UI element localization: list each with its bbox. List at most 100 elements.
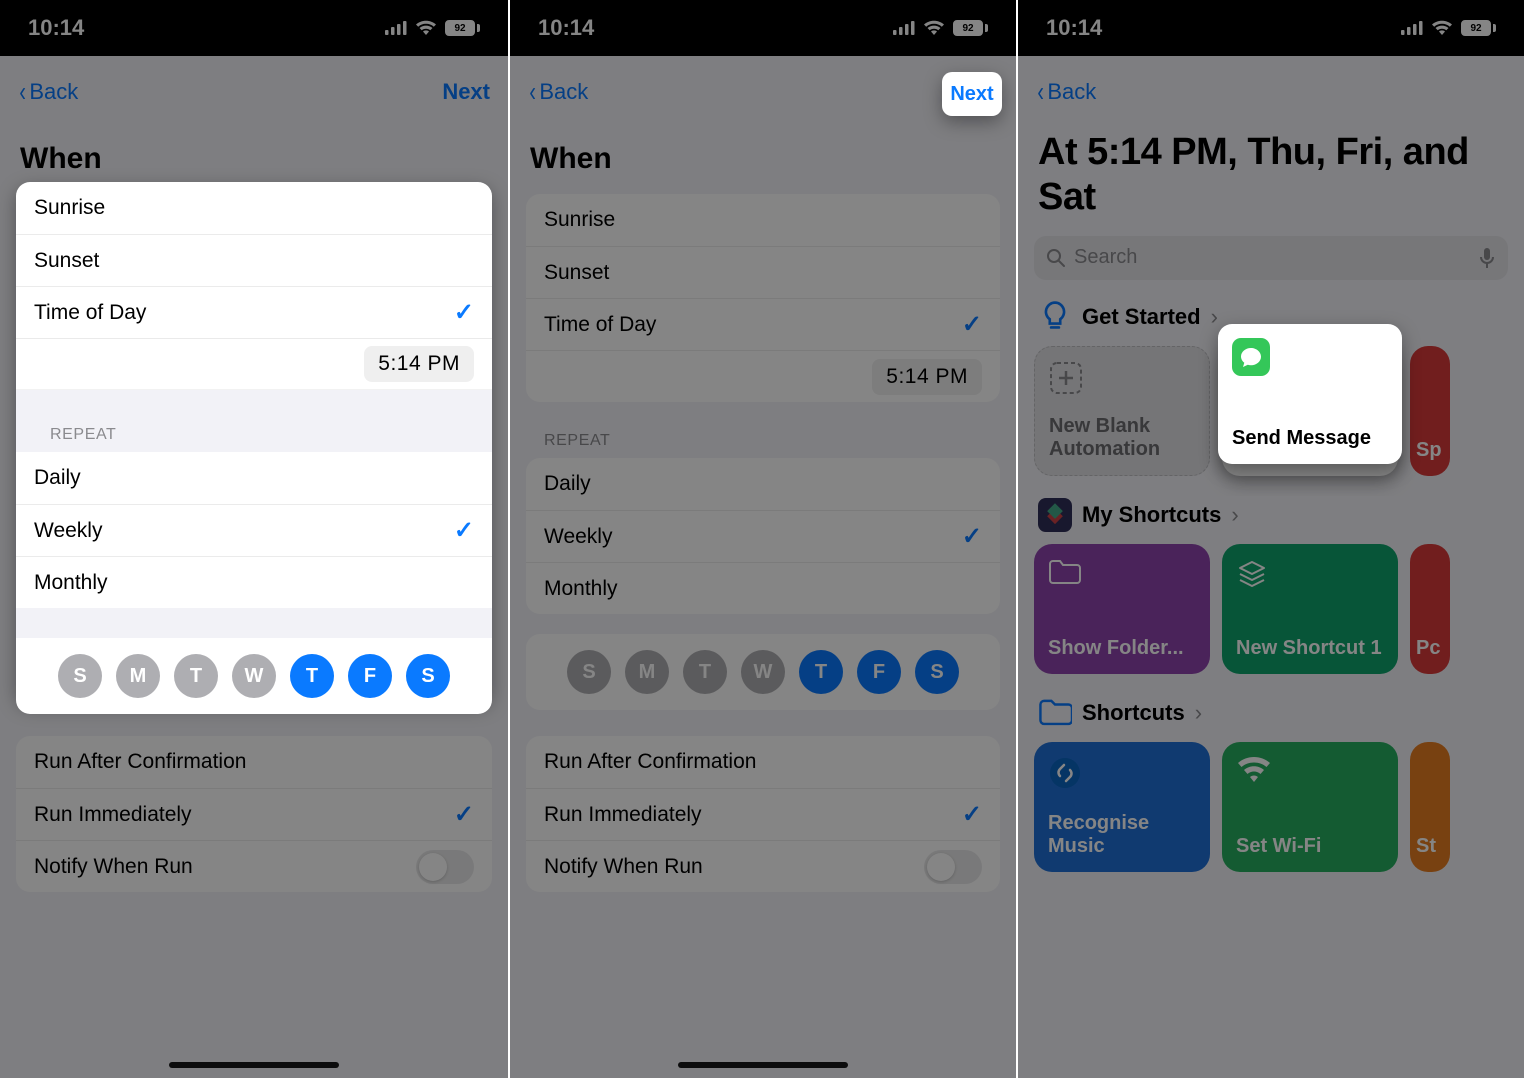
card-label: Show Folder...: [1048, 637, 1196, 660]
cell-signal-icon: [1401, 21, 1423, 35]
mic-icon[interactable]: [1478, 247, 1496, 269]
wifi-icon: [415, 20, 437, 36]
hl-when-timeofday[interactable]: Time of Day✓: [16, 286, 492, 338]
card-label: Send Message: [1232, 427, 1388, 450]
hl-repeat-weekly[interactable]: Weekly✓: [16, 504, 492, 556]
hl-day-thu[interactable]: T: [290, 654, 334, 698]
back-label: Back: [29, 79, 78, 105]
hl-day-sun[interactable]: S: [58, 654, 102, 698]
page-title: When: [510, 128, 1016, 194]
card-partial[interactable]: Sp: [1410, 346, 1450, 476]
repeat-daily[interactable]: Daily: [526, 458, 1000, 510]
status-time: 10:14: [538, 15, 594, 41]
my-shortcuts-header[interactable]: My Shortcuts ›: [1018, 496, 1524, 544]
hl-repeat-monthly[interactable]: Monthly: [16, 556, 492, 608]
hl-day-wed[interactable]: W: [232, 654, 276, 698]
chevron-right-icon: ›: [1231, 502, 1238, 528]
run-immediately[interactable]: Run Immediately✓: [16, 788, 492, 840]
card-set-wifi[interactable]: Set Wi-Fi: [1222, 742, 1398, 872]
repeat-weekly[interactable]: Weekly✓: [526, 510, 1000, 562]
hl-when-sunset[interactable]: Sunset: [16, 234, 492, 286]
hl-day-tue[interactable]: T: [174, 654, 218, 698]
toggle-icon[interactable]: [416, 850, 474, 884]
home-indicator[interactable]: [678, 1062, 848, 1068]
hl-send-message-card[interactable]: Send Message: [1218, 324, 1402, 464]
card-partial[interactable]: Pc: [1410, 544, 1450, 674]
repeat-monthly[interactable]: Monthly: [526, 562, 1000, 614]
nav-bar: ‹ Back Next: [0, 56, 508, 128]
check-icon: ✓: [962, 522, 982, 551]
hl-day-fri[interactable]: F: [348, 654, 392, 698]
cell-signal-icon: [385, 21, 407, 35]
status-bar: 10:14 92: [1018, 0, 1524, 56]
panel-1: 10:14 92 ‹ Back Next When Sunrise Sunset…: [0, 0, 508, 1078]
chevron-left-icon: ‹: [19, 78, 26, 106]
next-button[interactable]: Next: [442, 79, 490, 105]
card-label: Sp: [1416, 439, 1444, 462]
notify-when-run[interactable]: Notify When Run: [526, 840, 1000, 892]
home-indicator[interactable]: [169, 1062, 339, 1068]
card-partial[interactable]: St: [1410, 742, 1450, 872]
card-new-blank[interactable]: New Blank Automation: [1034, 346, 1210, 476]
time-picker[interactable]: 5:14 PM: [872, 359, 982, 395]
check-icon: ✓: [454, 298, 474, 327]
card-new-shortcut[interactable]: New Shortcut 1: [1222, 544, 1398, 674]
card-label: Pc: [1416, 637, 1444, 660]
notify-when-run[interactable]: Notify When Run: [16, 840, 492, 892]
check-icon: ✓: [454, 516, 474, 545]
day-sun[interactable]: S: [567, 650, 611, 694]
battery-icon: 92: [1461, 20, 1496, 36]
stack-icon: [1236, 558, 1268, 590]
when-timeofday[interactable]: Time of Day✓: [526, 298, 1000, 350]
run-group: Run After Confirmation Run Immediately✓ …: [16, 736, 492, 892]
shortcuts-header[interactable]: Shortcuts ›: [1018, 694, 1524, 742]
automation-title: At 5:14 PM, Thu, Fri, and Sat: [1018, 128, 1524, 236]
run-immediately[interactable]: Run Immediately✓: [526, 788, 1000, 840]
shazam-icon: [1048, 756, 1082, 790]
day-sat[interactable]: S: [915, 650, 959, 694]
chevron-left-icon: ‹: [529, 78, 536, 106]
chevron-right-icon: ›: [1195, 700, 1202, 726]
plus-square-icon: [1049, 361, 1083, 395]
panel-2: 10:14 92 ‹Back Next When Sunrise Sunset …: [508, 0, 1016, 1078]
toggle-icon[interactable]: [924, 850, 982, 884]
search-placeholder: Search: [1074, 246, 1137, 269]
card-recognise-music[interactable]: Recognise Music: [1034, 742, 1210, 872]
hl-time-picker[interactable]: 5:14 PM: [364, 346, 474, 382]
check-icon: ✓: [962, 310, 982, 339]
hl-day-mon[interactable]: M: [116, 654, 160, 698]
wifi-icon: [1431, 20, 1453, 36]
panel-3: 10:14 92 ‹Back At 5:14 PM, Thu, Fri, and…: [1016, 0, 1524, 1078]
status-time: 10:14: [28, 15, 84, 41]
shortcuts-app-icon: [1038, 498, 1072, 532]
card-label: New Shortcut 1: [1236, 637, 1384, 660]
hl-when-sunrise[interactable]: Sunrise: [16, 182, 492, 234]
back-button[interactable]: ‹ Back: [18, 78, 78, 106]
wifi-icon: [923, 20, 945, 36]
day-wed[interactable]: W: [741, 650, 785, 694]
day-mon[interactable]: M: [625, 650, 669, 694]
day-thu[interactable]: T: [799, 650, 843, 694]
wifi-icon: [1236, 756, 1272, 784]
back-button[interactable]: ‹Back: [1036, 78, 1096, 106]
card-show-folder[interactable]: Show Folder...: [1034, 544, 1210, 674]
hl-day-sat[interactable]: S: [406, 654, 450, 698]
lightbulb-icon: [1038, 300, 1072, 334]
card-label: Recognise Music: [1048, 812, 1196, 858]
day-tue[interactable]: T: [683, 650, 727, 694]
run-after-confirmation[interactable]: Run After Confirmation: [16, 736, 492, 788]
back-button[interactable]: ‹Back: [528, 78, 588, 106]
cell-signal-icon: [893, 21, 915, 35]
run-after-confirmation[interactable]: Run After Confirmation: [526, 736, 1000, 788]
hl-next-button[interactable]: Next: [942, 72, 1002, 116]
search-input[interactable]: Search: [1034, 236, 1508, 280]
card-label: Set Wi-Fi: [1236, 835, 1384, 858]
status-bar: 10:14 92: [0, 0, 508, 56]
hl-repeat-daily[interactable]: Daily: [16, 452, 492, 504]
day-fri[interactable]: F: [857, 650, 901, 694]
status-bar: 10:14 92: [510, 0, 1016, 56]
folder-icon: [1048, 558, 1082, 586]
when-sunrise[interactable]: Sunrise: [526, 194, 1000, 246]
when-sunset[interactable]: Sunset: [526, 246, 1000, 298]
card-label: St: [1416, 835, 1444, 858]
